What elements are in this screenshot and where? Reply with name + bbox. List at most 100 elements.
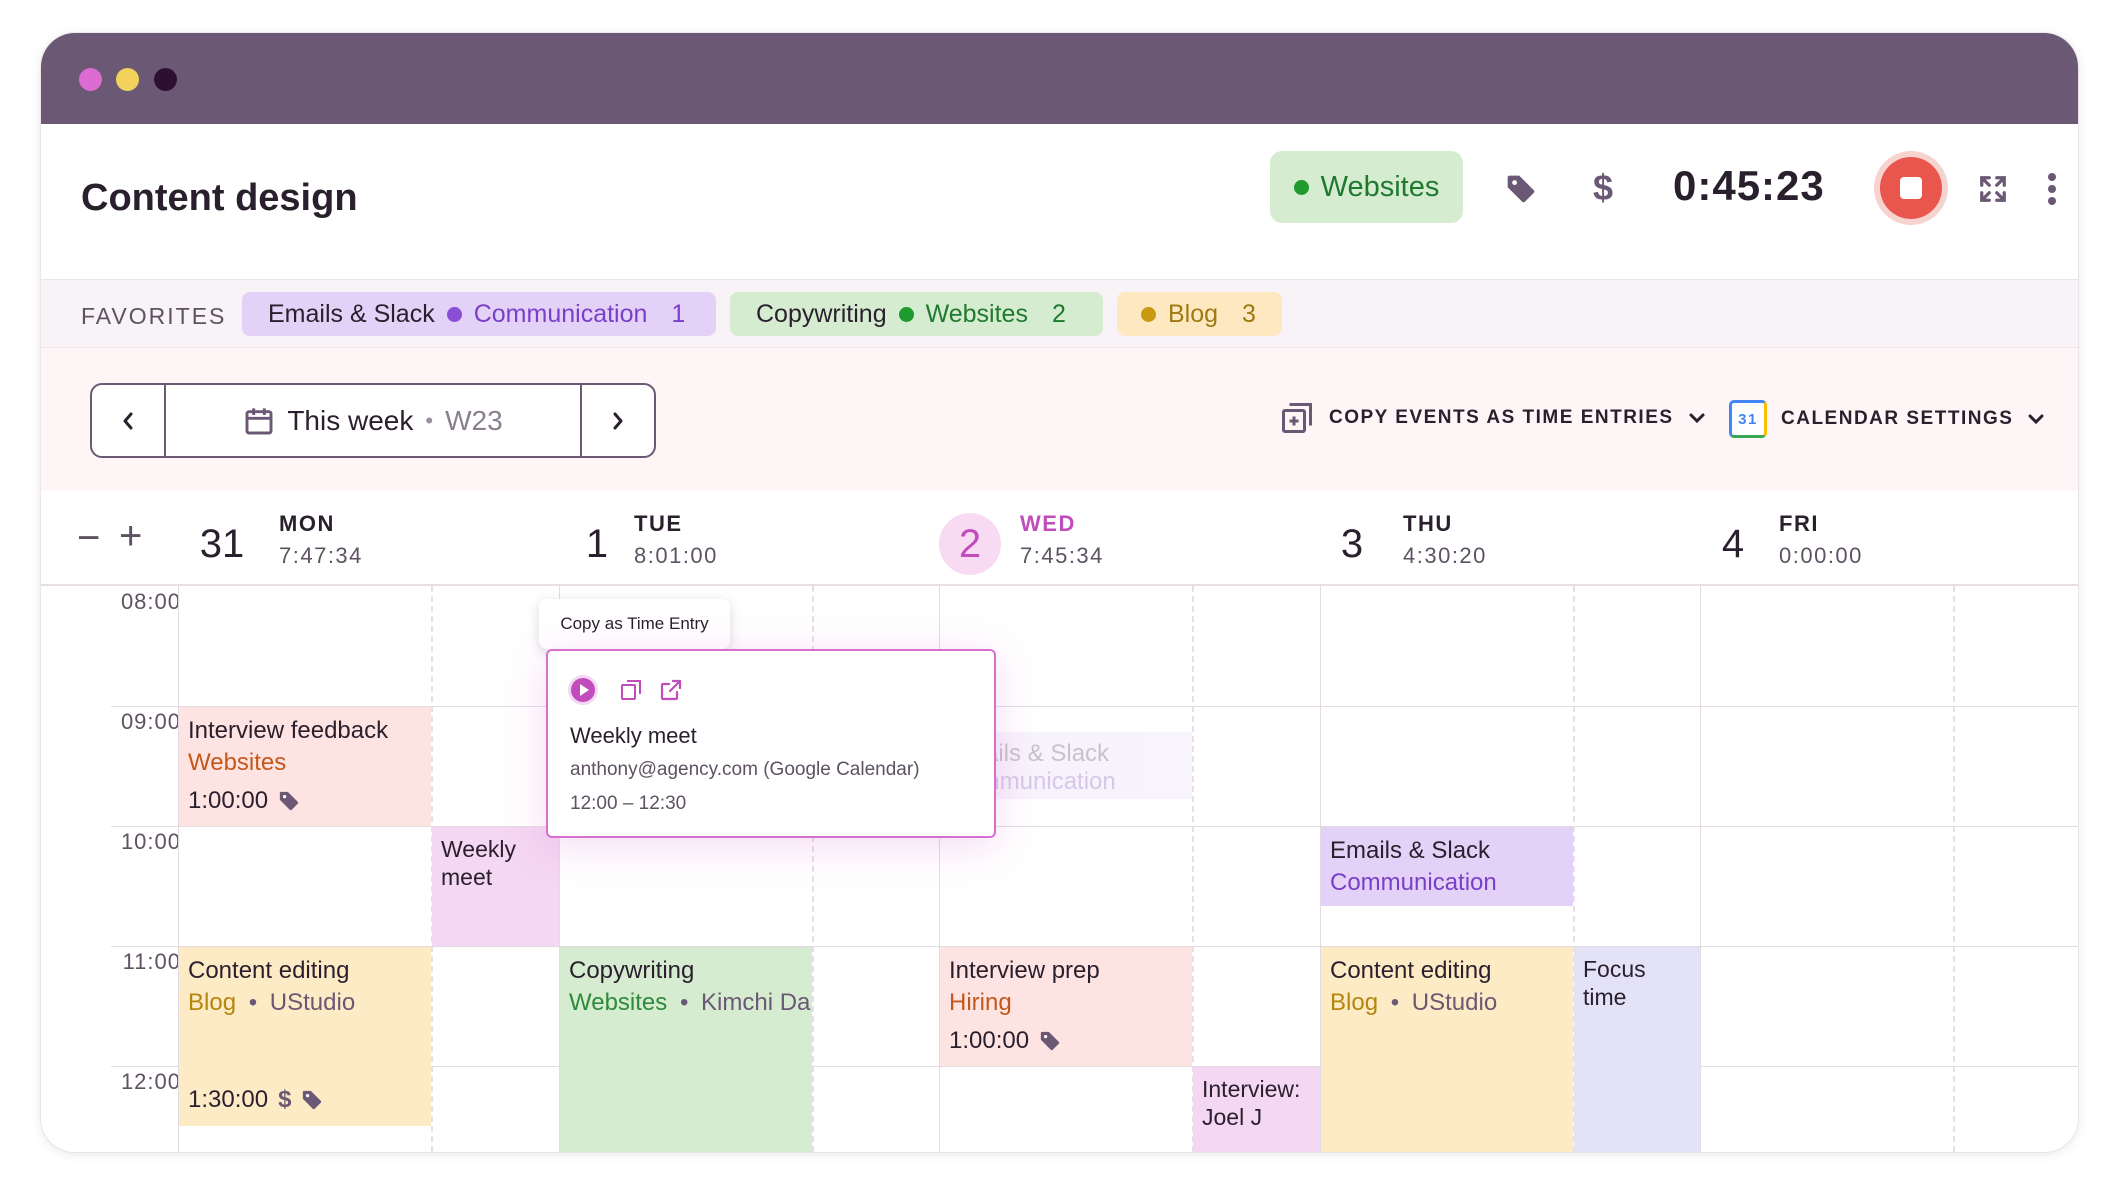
day-total-mon: 7:47:34 [279, 543, 363, 568]
tag-icon[interactable] [1501, 169, 1541, 209]
zoom-in-button[interactable]: + [119, 514, 142, 559]
entry-client: UStudio [1411, 989, 1498, 1016]
calendar-icon [245, 407, 273, 434]
entry-client: UStudio [269, 989, 356, 1016]
day-number-fri[interactable]: 4 [1702, 513, 1764, 575]
running-timer: 0:45:23 [1673, 162, 1825, 209]
copy-events-button[interactable]: COPY EVENTS AS TIME ENTRIES [1279, 400, 1706, 436]
entry-title: Copywriting [569, 957, 695, 984]
calendar-toolbar: This week • W23 COPY EVENTS AS TIME ENTR… [41, 348, 2078, 491]
day-total-thu: 4:30:20 [1403, 543, 1487, 568]
zoom-out-button[interactable]: − [77, 516, 100, 561]
window-minimize-dot[interactable] [116, 68, 139, 91]
hour-label: 12:00 [120, 1069, 181, 1094]
chevron-left-icon [123, 412, 133, 429]
day-name-wed: WED [1020, 511, 1076, 536]
chevron-down-icon [2028, 414, 2044, 425]
expand-icon[interactable] [1973, 169, 2013, 209]
tag-icon [303, 1090, 322, 1110]
tag-icon [1040, 1031, 1060, 1051]
time-entry-interview-feedback[interactable]: Interview feedback Websites 1:00:00 [179, 707, 431, 826]
calendar-event-weekly-meet[interactable]: Weekly meet [432, 827, 559, 946]
calendar-settings-button[interactable]: 31 CALENDAR SETTINGS [1729, 400, 2045, 438]
event-title: Interview: Joel J [1202, 1076, 1301, 1130]
favorites-bar: FAVORITES Emails & Slack Communication 1… [41, 279, 2078, 348]
separator-dot: • [1390, 989, 1400, 1016]
app-window: Content design Websites $ 0:45:23 FAVORI… [41, 33, 2078, 1152]
favorite-emails-slack[interactable]: Emails & Slack Communication 1 [242, 292, 716, 336]
timer-header: Content design Websites $ 0:45:23 [41, 124, 2078, 279]
favorite-blog[interactable]: Blog 3 [1117, 292, 1282, 336]
event-title: Weekly meet [441, 836, 516, 890]
window-maximize-dot[interactable] [154, 68, 177, 91]
popover-event-title: Weekly meet [570, 723, 697, 748]
calendar-icon-day: 31 [1738, 410, 1758, 428]
favorite-copywriting[interactable]: Copywriting Websites 2 [730, 292, 1103, 336]
previous-week-button[interactable] [92, 385, 164, 456]
project-label: Websites [1320, 170, 1440, 203]
entry-duration: 1:00:00 [188, 787, 269, 814]
day-name-fri: FRI [1779, 511, 1819, 536]
entry-title: Emails & Slack [1330, 837, 1491, 864]
time-entry-content-editing-mon[interactable]: Content editing Blog • UStudio 1:30:00 $ [179, 947, 431, 1126]
day-number-thu[interactable]: 3 [1321, 513, 1383, 575]
entry-project: Blog [1330, 989, 1379, 1016]
hour-label: 08:00 [120, 589, 181, 614]
copy-icon[interactable] [619, 678, 643, 702]
time-entry-content-editing-thu[interactable]: Content editing Blog • UStudio [1321, 947, 1573, 1152]
time-entry-interview-prep[interactable]: Interview prep Hiring 1:00:00 [940, 947, 1192, 1066]
favorite-task: Emails & Slack [268, 299, 435, 328]
entry-project: Websites [569, 989, 668, 1016]
favorite-task: Copywriting [756, 299, 887, 328]
day-divider [1700, 586, 1701, 1152]
favorite-project-dot [446, 306, 462, 322]
project-selector[interactable]: Websites [1270, 151, 1463, 223]
time-entry-copywriting[interactable]: Copywriting Websites • Kimchi Da [560, 947, 812, 1152]
time-entry-emails-slack[interactable]: Emails & Slack Communication [1321, 827, 1573, 906]
dollar-icon[interactable]: $ [1583, 166, 1623, 210]
tag-icon [279, 791, 299, 811]
calendar-event-focus-time[interactable]: Focus time [1574, 947, 1700, 1152]
copy-as-time-entry-tooltip: Copy as Time Entry [539, 599, 730, 649]
event-detail-popover: Weekly meet anthony@agency.com (Google C… [546, 649, 996, 838]
favorite-project: Communication [473, 299, 648, 328]
next-week-button[interactable] [582, 385, 654, 456]
favorite-project: Blog [1168, 299, 1219, 328]
stop-button-circle [1880, 157, 1942, 219]
separator-dot: • [248, 989, 258, 1016]
entry-title: Content editing [188, 957, 350, 984]
day-header-row: − + 31 MON 7:47:34 1 TUE 8:01:00 2 WED 7… [41, 491, 2078, 586]
stop-timer-button[interactable] [1874, 151, 1948, 225]
entry-project-row: Blog • UStudio [1330, 987, 1564, 1019]
calendar-event-interview[interactable]: Interview: Joel J [1193, 1067, 1320, 1152]
calendar-settings-label: CALENDAR SETTINGS [1781, 408, 2014, 429]
entry-client: Kimchi Da [701, 989, 811, 1016]
entry-title: Interview feedback [188, 717, 389, 744]
favorite-project-dot [898, 306, 914, 322]
chevron-right-icon [613, 412, 623, 429]
week-code: W23 [445, 404, 503, 436]
favorite-index: 1 [671, 299, 686, 328]
week-label: This week [287, 404, 414, 436]
play-icon[interactable] [568, 675, 598, 705]
more-vertical-icon[interactable] [2040, 169, 2064, 209]
entry-title: Interview prep [949, 957, 1100, 984]
current-entry-title[interactable]: Content design [81, 177, 358, 220]
day-number-mon[interactable]: 31 [191, 513, 253, 575]
favorite-project-dot [1141, 306, 1156, 322]
entry-project: Communication [1330, 869, 1497, 896]
entry-duration-row: 1:00:00 [949, 1025, 1061, 1057]
window-close-dot[interactable] [79, 68, 102, 91]
external-link-icon[interactable] [659, 678, 683, 702]
day-name-tue: TUE [634, 511, 683, 536]
title-bar [41, 33, 2078, 124]
project-color-dot [1293, 179, 1309, 195]
week-picker[interactable]: This week • W23 [164, 385, 582, 456]
entry-project-row: Blog • UStudio [188, 987, 422, 1019]
day-number-tue[interactable]: 1 [566, 513, 628, 575]
day-name-mon: MON [279, 511, 335, 536]
calendar-grid: 08:00 09:00 10:00 11:00 12:00 Interview … [41, 586, 2078, 1152]
entry-project: Blog [188, 989, 237, 1016]
day-number-wed[interactable]: 2 [939, 513, 1001, 575]
entry-duration-row: 1:30:00 $ [188, 1084, 323, 1116]
